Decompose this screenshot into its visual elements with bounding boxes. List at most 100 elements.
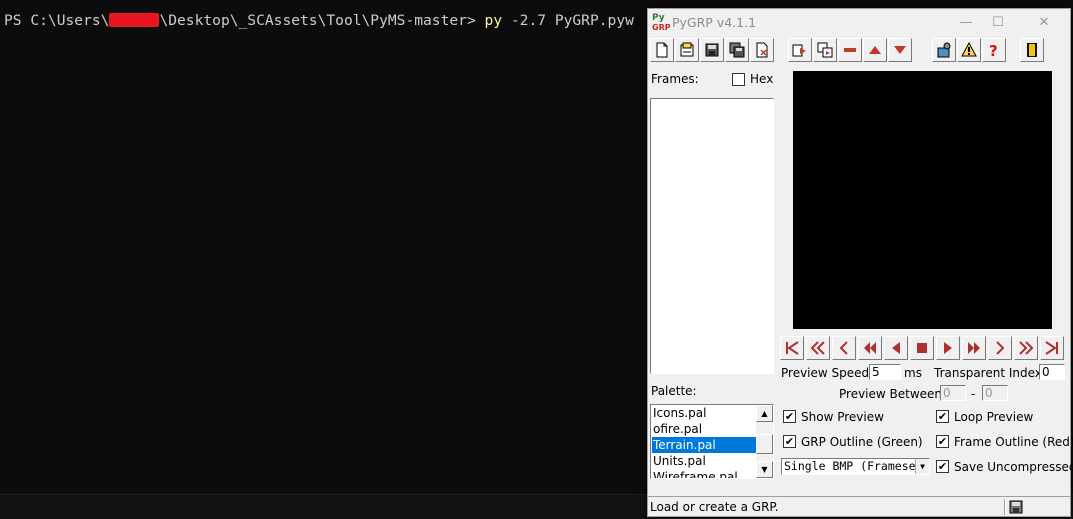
export-mode-select[interactable]: Single BMP (Framesets) ▼ [781, 458, 930, 475]
rewind-far-button[interactable] [806, 336, 830, 360]
exit-icon [1027, 43, 1037, 57]
preview-between-label: Preview Between: [839, 387, 947, 401]
forward-far-button[interactable] [1014, 336, 1038, 360]
last-frame-button[interactable] [1040, 336, 1064, 360]
grp-outline-checkbox[interactable]: ✔ [783, 435, 796, 448]
palette-warning-button[interactable] [957, 38, 981, 62]
previous-frame-icon [892, 342, 900, 354]
close-window-button[interactable]: ✕ [1030, 12, 1058, 33]
preview-speed-label: Preview Speed: [781, 366, 874, 380]
grp-outline-label: GRP Outline (Green) [801, 435, 923, 449]
export-frames-icon [817, 42, 833, 58]
svg-text:Py: Py [652, 13, 665, 23]
speed-unit-label: ms [904, 366, 922, 380]
window-title: PyGRP v4.1.1 [672, 15, 757, 30]
scroll-up-arrow-icon[interactable]: ▲ [756, 405, 773, 422]
title-bar[interactable]: Py GRP PyGRP v4.1.1 — ☐ ✕ [648, 9, 1070, 36]
play-button[interactable] [936, 336, 960, 360]
settings-button[interactable] [932, 38, 956, 62]
palette-warning-icon [961, 42, 977, 57]
open-button[interactable] [675, 38, 699, 62]
first-frame-icon [786, 341, 799, 355]
palette-scrollbar[interactable]: ▲ ▼ [756, 405, 773, 478]
dropdown-arrow-icon[interactable]: ▼ [915, 459, 929, 474]
pygrp-window[interactable]: Py GRP PyGRP v4.1.1 — ☐ ✕ ? Frames: Hex [647, 8, 1073, 517]
save-as-button[interactable] [725, 38, 749, 62]
command-args: -2.7 PyGRP.pyw [502, 12, 634, 29]
fast-forward-icon [968, 342, 980, 354]
loop-preview-checkbox[interactable]: ✔ [936, 410, 949, 423]
new-button[interactable] [650, 38, 674, 62]
hex-label: Hex [750, 72, 774, 86]
scroll-down-arrow-icon[interactable]: ▼ [756, 461, 773, 478]
scroll-thumb[interactable] [756, 434, 773, 454]
help-icon: ? [989, 42, 998, 58]
frames-label: Frames: [651, 72, 699, 86]
save-as-icon [729, 42, 745, 58]
palette-item[interactable]: ofire.pal [652, 421, 757, 437]
import-frames-button[interactable] [788, 38, 812, 62]
loop-preview-label: Loop Preview [954, 410, 1034, 424]
new-icon [656, 42, 668, 58]
status-separator [1004, 499, 1006, 515]
move-up-button[interactable] [863, 38, 887, 62]
help-button[interactable]: ? [982, 38, 1006, 62]
fast-forward-button[interactable] [962, 336, 986, 360]
redacted-username [109, 13, 160, 27]
prev-step-button[interactable] [832, 336, 856, 360]
hex-checkbox[interactable] [732, 73, 745, 86]
next-step-button[interactable] [988, 336, 1012, 360]
remove-frame-button[interactable] [838, 38, 862, 62]
palette-item[interactable]: Units.pal [652, 453, 757, 469]
palette-item[interactable]: Wireframe.pal [652, 469, 757, 478]
stop-button[interactable] [910, 336, 934, 360]
forward-far-icon [1019, 341, 1034, 355]
show-preview-label: Show Preview [801, 410, 884, 424]
frames-list[interactable] [650, 98, 774, 374]
close-file-icon [756, 42, 768, 58]
palette-list[interactable]: Icons.pal ofire.pal Terrain.pal Units.pa… [650, 404, 774, 479]
maximize-button[interactable]: ☐ [984, 12, 1012, 33]
preview-between-dash: - [971, 387, 976, 401]
export-mode-value: Single BMP (Framesets) [784, 459, 930, 473]
exit-button[interactable] [1020, 38, 1044, 62]
first-frame-button[interactable] [780, 336, 804, 360]
minimize-button[interactable]: — [952, 12, 980, 33]
rewind-far-icon [810, 341, 825, 355]
palette-item-selected[interactable]: Terrain.pal [652, 437, 757, 453]
preview-between-to-input[interactable]: 0 [982, 385, 1008, 401]
toolbar: ? [650, 38, 1070, 64]
frame-outline-label: Frame Outline (Red) [954, 435, 1073, 449]
save-icon [705, 43, 719, 57]
preview-canvas [793, 71, 1052, 329]
palette-item[interactable]: Icons.pal [652, 405, 757, 421]
rewind-icon [864, 342, 876, 354]
terminal-command-line: PS C:\Users\ \Desktop\_SCAssets\Tool\PyMS… [4, 12, 634, 29]
next-step-icon [996, 341, 1005, 355]
save-status-icon [1009, 500, 1023, 514]
save-button[interactable] [700, 38, 724, 62]
previous-frame-button[interactable] [884, 336, 908, 360]
show-preview-checkbox[interactable]: ✔ [783, 410, 796, 423]
export-frames-button[interactable] [813, 38, 837, 62]
play-icon [944, 342, 952, 354]
open-icon [680, 42, 694, 57]
move-down-icon [894, 46, 906, 54]
last-frame-icon [1045, 341, 1058, 355]
preview-speed-input[interactable]: 5 [869, 364, 901, 380]
frame-outline-checkbox[interactable]: ✔ [936, 435, 949, 448]
save-uncompressed-checkbox[interactable]: ✔ [936, 460, 949, 473]
app-icon: Py GRP [652, 13, 670, 32]
remove-frame-icon [844, 48, 856, 52]
transparent-index-input[interactable]: 0 [1039, 364, 1065, 380]
prev-step-icon [839, 341, 848, 355]
close-file-button[interactable] [750, 38, 774, 62]
preview-between-from-input[interactable]: 0 [940, 385, 966, 401]
palette-label: Palette: [651, 384, 697, 398]
status-text: Load or create a GRP. [650, 500, 779, 514]
save-uncompressed-label: Save Uncompressed [954, 460, 1073, 474]
command-keyword: py [484, 12, 503, 29]
prompt-path: \Desktop\_SCAssets\Tool\PyMS-master> [159, 12, 485, 29]
move-down-button[interactable] [888, 38, 912, 62]
rewind-button[interactable] [858, 336, 882, 360]
